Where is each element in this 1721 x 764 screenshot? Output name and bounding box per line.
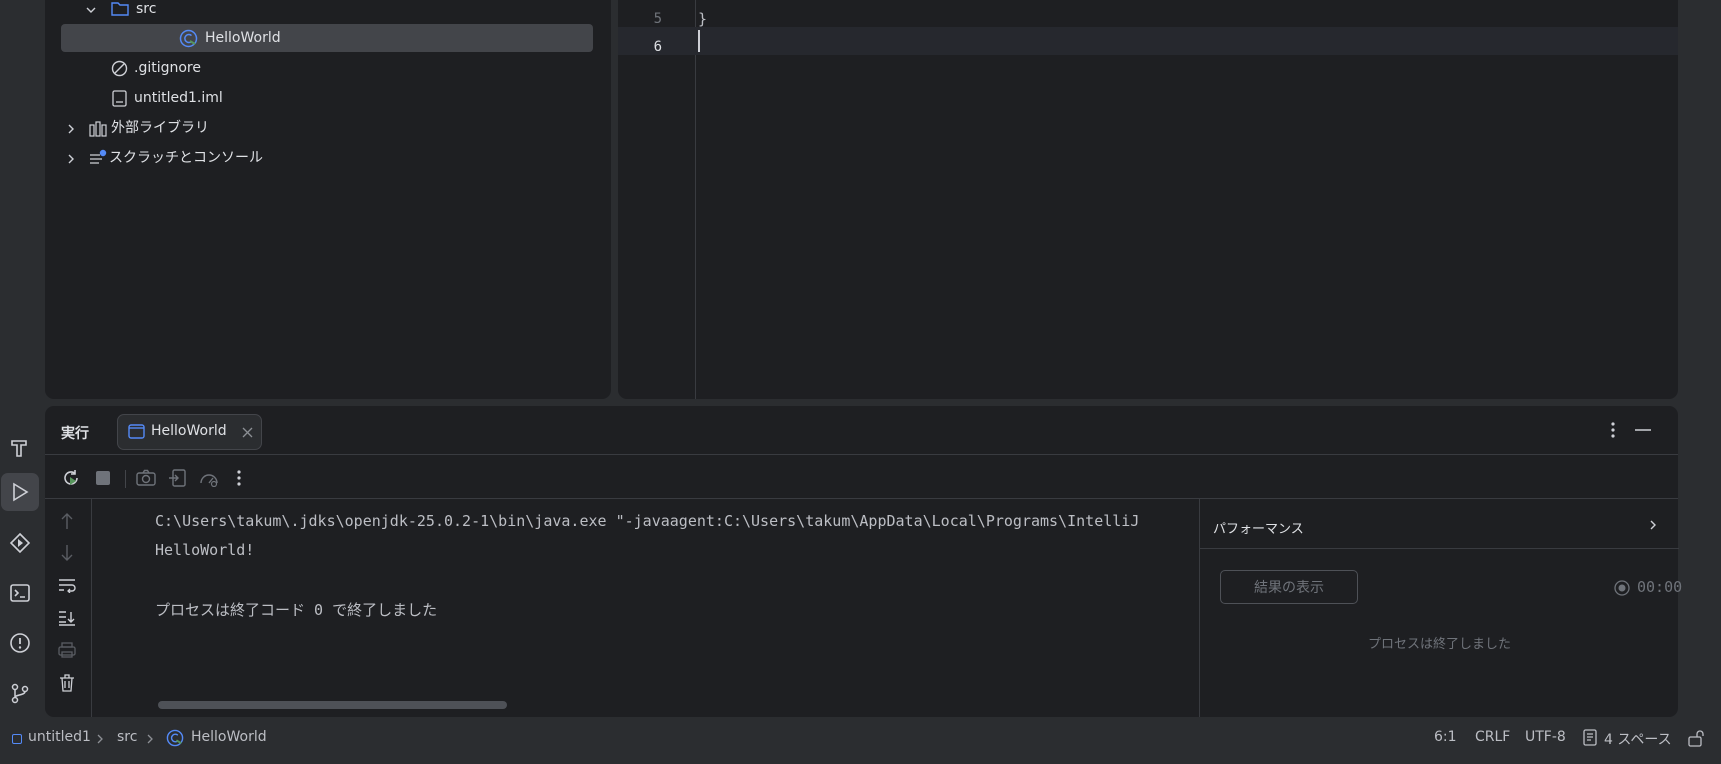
tree-item-label: untitled1.iml xyxy=(134,90,223,106)
trash-icon[interactable] xyxy=(59,674,75,692)
performance-title: パフォーマンス xyxy=(1213,522,1304,537)
build-tool-button[interactable] xyxy=(0,428,40,468)
tree-item-label: スクラッチとコンソール xyxy=(109,150,263,166)
lock-icon[interactable] xyxy=(1688,729,1704,747)
tree-item-external-libraries[interactable]: 外部ライブラリ xyxy=(65,115,465,142)
header-divider xyxy=(45,454,1678,455)
camera-icon xyxy=(136,469,156,486)
line-separator[interactable]: CRLF xyxy=(1475,729,1510,745)
scroll-to-end-icon[interactable] xyxy=(58,610,76,626)
play-icon xyxy=(13,482,29,502)
dump-threads-button[interactable] xyxy=(132,464,160,492)
services-tool-button[interactable] xyxy=(0,523,40,563)
stop-button[interactable] xyxy=(89,464,117,492)
record-icon xyxy=(1614,580,1630,596)
file-encoding[interactable]: UTF-8 xyxy=(1525,729,1566,745)
text-caret xyxy=(698,30,700,52)
status-bar: untitled1 src HelloWorld 6:1 CRLF UTF-8 … xyxy=(0,720,1721,764)
tree-item-label: 外部ライブラリ xyxy=(111,120,209,136)
breadcrumb-project[interactable]: untitled1 xyxy=(28,729,91,745)
tree-item-label: HelloWorld xyxy=(205,30,281,46)
breadcrumb-class[interactable]: HelloWorld xyxy=(191,729,267,745)
run-tab-label: HelloWorld xyxy=(151,423,227,439)
editor-panel[interactable]: 5 } 6 xyxy=(618,0,1678,399)
tree-item-helloworld[interactable]: HelloWorld xyxy=(135,25,535,52)
exit-button[interactable] xyxy=(163,464,191,492)
print-icon[interactable] xyxy=(58,642,76,658)
project-panel: src HelloWorld .gitignore untitled1.iml … xyxy=(45,0,611,399)
current-line-highlight xyxy=(618,27,1678,55)
console-line: C:\Users\takum\.jdks\openjdk-25.0.2-1\bi… xyxy=(155,512,1140,530)
gauge-icon xyxy=(200,474,218,487)
ignore-file-icon xyxy=(111,60,128,77)
run-tool-button[interactable] xyxy=(1,473,39,511)
java-class-icon xyxy=(166,729,184,747)
show-results-button[interactable]: 結果の表示 xyxy=(1220,570,1358,604)
tree-item-src[interactable]: src xyxy=(85,0,585,23)
git-branch-icon xyxy=(11,683,29,704)
indent-settings[interactable]: 4 スペース xyxy=(1604,729,1672,749)
tree-item-gitignore[interactable]: .gitignore xyxy=(111,55,511,82)
exit-icon xyxy=(169,469,186,487)
run-tool-window: 実行 HelloWorld C:\Users\takum\.jdks\openj… xyxy=(45,406,1683,717)
soft-wrap-icon[interactable] xyxy=(58,577,76,593)
library-icon xyxy=(89,121,107,137)
tree-item-label: src xyxy=(136,1,157,17)
more-vertical-icon xyxy=(237,470,241,486)
line-number: 6 xyxy=(653,39,662,55)
tree-item-iml[interactable]: untitled1.iml xyxy=(111,85,511,112)
horizontal-scrollbar[interactable] xyxy=(158,701,507,709)
services-icon xyxy=(9,532,31,554)
java-class-icon xyxy=(179,29,198,48)
console-output[interactable]: C:\Users\takum\.jdks\openjdk-25.0.2-1\bi… xyxy=(92,499,1199,717)
more-options-icon[interactable] xyxy=(1610,421,1616,439)
toolbar-more-button[interactable] xyxy=(225,464,253,492)
iml-file-icon xyxy=(112,90,127,107)
console-side-toolbar xyxy=(45,499,92,717)
indent-settings-icon xyxy=(1583,729,1597,746)
breadcrumb-src[interactable]: src xyxy=(117,729,137,745)
show-results-label: 結果の表示 xyxy=(1254,580,1324,596)
caret-position[interactable]: 6:1 xyxy=(1434,729,1457,745)
chevron-right-icon[interactable] xyxy=(1647,519,1659,531)
performance-status: プロセスは終了しました xyxy=(1367,637,1511,652)
breadcrumb-chevron-icon xyxy=(97,734,103,744)
console-line: プロセスは終了コード 0 で終了しました xyxy=(155,601,438,619)
chevron-right-icon[interactable] xyxy=(65,123,77,135)
arrow-down-icon[interactable] xyxy=(60,544,74,562)
gutter-divider xyxy=(695,0,696,399)
problems-tool-button[interactable] xyxy=(0,623,40,663)
run-panel-title: 実行 xyxy=(61,426,89,442)
problems-icon xyxy=(10,633,30,653)
left-tool-stripe xyxy=(0,420,40,720)
toolbar-separator xyxy=(125,470,126,488)
terminal-tool-button[interactable] xyxy=(0,573,40,613)
folder-icon xyxy=(111,2,129,16)
line-number: 5 xyxy=(653,11,662,27)
git-tool-button[interactable] xyxy=(0,673,40,713)
performance-timer: 00:00 xyxy=(1637,578,1683,596)
stop-icon xyxy=(96,471,110,485)
hammer-icon xyxy=(11,440,27,457)
module-icon xyxy=(12,734,22,744)
terminal-icon xyxy=(10,584,30,602)
console-line: HelloWorld! xyxy=(155,541,255,559)
rerun-button[interactable] xyxy=(57,464,85,492)
rerun-icon xyxy=(64,470,78,485)
code-line: } xyxy=(698,10,708,28)
minimize-icon[interactable] xyxy=(1635,428,1651,432)
tree-item-scratches[interactable]: スクラッチとコンソール xyxy=(65,145,465,172)
chevron-down-icon[interactable] xyxy=(85,4,97,16)
profiler-button[interactable] xyxy=(195,464,223,492)
breadcrumb-chevron-icon xyxy=(147,734,153,744)
arrow-up-icon[interactable] xyxy=(60,512,74,530)
performance-divider xyxy=(1200,548,1679,549)
performance-panel: パフォーマンス 結果の表示 00:00 プロセスは終了しました xyxy=(1199,499,1683,717)
tree-item-label: .gitignore xyxy=(134,60,201,76)
scratch-icon xyxy=(90,149,107,164)
chevron-right-icon[interactable] xyxy=(65,153,77,165)
close-icon[interactable] xyxy=(242,427,253,438)
console-window-icon xyxy=(128,424,145,439)
run-tab-helloworld[interactable]: HelloWorld xyxy=(117,414,262,450)
